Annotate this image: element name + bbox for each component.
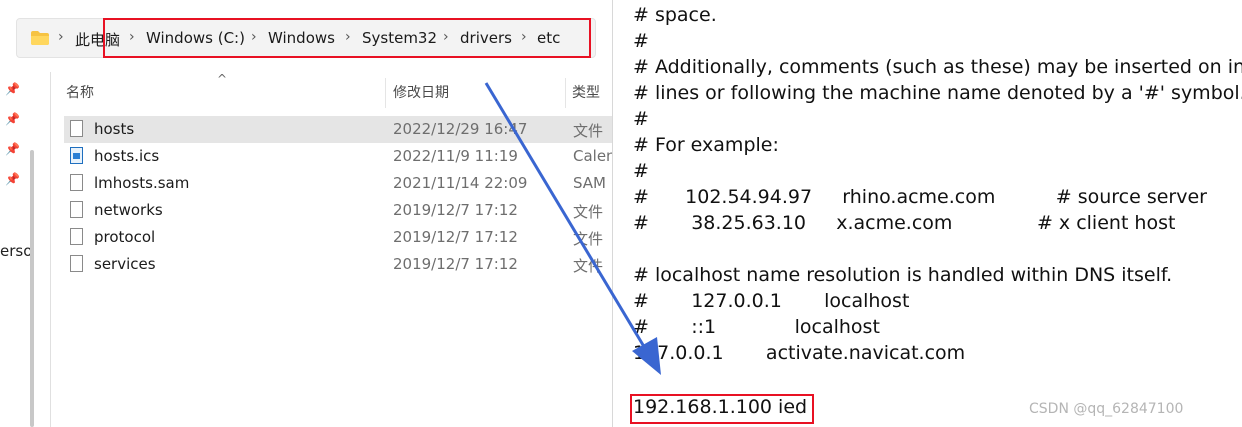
- chevron-right-icon: ›: [345, 29, 351, 45]
- file-name: hosts.ics: [94, 147, 160, 165]
- file-date: 2019/12/7 17:12: [393, 255, 518, 273]
- file-type: 文件: [573, 203, 604, 221]
- hosts-line: # localhost name resolution is handled w…: [633, 264, 1173, 286]
- column-divider[interactable]: [385, 78, 386, 108]
- file-name: hosts: [94, 120, 135, 138]
- pin-icon[interactable]: 📌: [5, 112, 20, 126]
- calendar-file-icon: [70, 147, 83, 164]
- file-name: services: [94, 255, 156, 273]
- hosts-line: # 127.0.0.1 localhost: [633, 290, 910, 312]
- column-header-date[interactable]: 修改日期: [393, 82, 449, 102]
- folder-icon: [31, 31, 49, 45]
- file-type: 文件: [573, 122, 604, 140]
- chevron-right-icon: ›: [129, 29, 135, 45]
- file-type: SAM: [573, 174, 607, 192]
- file-row-services[interactable]: services 2019/12/7 17:12 文件: [64, 251, 612, 278]
- pane-divider: [50, 72, 51, 427]
- file-row-protocol[interactable]: protocol 2019/12/7 17:12 文件: [64, 224, 612, 251]
- hosts-line: #: [633, 30, 649, 52]
- file-date: 2022/11/9 11:19: [393, 147, 518, 165]
- file-type: 文件: [573, 257, 604, 275]
- hosts-line: # 38.25.63.10 x.acme.com # x client host: [633, 212, 1176, 234]
- hosts-line: # lines or following the machine name de…: [633, 82, 1242, 104]
- pin-icon[interactable]: 📌: [5, 172, 20, 186]
- breadcrumb-this-pc[interactable]: 此电脑: [75, 29, 120, 50]
- column-header-row: 名称 修改日期 类型: [50, 78, 612, 108]
- breadcrumb-drive-c[interactable]: Windows (C:): [146, 29, 245, 47]
- file-row-hosts[interactable]: hosts 2022/12/29 16:47 文件: [64, 116, 612, 143]
- column-header-name[interactable]: 名称: [66, 82, 94, 102]
- chevron-right-icon: ›: [443, 29, 449, 45]
- breadcrumb-drivers[interactable]: drivers: [460, 29, 512, 47]
- file-type: Calen: [573, 147, 612, 165]
- chevron-right-icon: ›: [521, 29, 527, 45]
- file-date: 2019/12/7 17:12: [393, 201, 518, 219]
- file-date: 2019/12/7 17:12: [393, 228, 518, 246]
- file-icon: [70, 255, 83, 272]
- pin-icon[interactable]: 📌: [5, 82, 20, 96]
- file-explorer-window: › 此电脑 › Windows (C:) › Windows › System3…: [0, 0, 612, 427]
- column-divider[interactable]: [565, 78, 566, 108]
- file-date: 2021/11/14 22:09: [393, 174, 528, 192]
- hosts-line: # For example:: [633, 134, 779, 156]
- hosts-file-editor[interactable]: # space. # # Additionally, comments (suc…: [612, 0, 1242, 427]
- file-name: protocol: [94, 228, 156, 246]
- breadcrumb-etc[interactable]: etc: [537, 29, 560, 47]
- file-icon: [70, 120, 83, 137]
- file-name: networks: [94, 201, 163, 219]
- file-icon: [70, 228, 83, 245]
- file-type: 文件: [573, 230, 604, 248]
- breadcrumb-system32[interactable]: System32: [362, 29, 437, 47]
- file-row-networks[interactable]: networks 2019/12/7 17:12 文件: [64, 197, 612, 224]
- file-date: 2022/12/29 16:47: [393, 120, 528, 138]
- file-icon: [70, 201, 83, 218]
- chevron-right-icon: ›: [58, 29, 64, 45]
- file-icon: [70, 174, 83, 191]
- pin-icon[interactable]: 📌: [5, 142, 20, 156]
- hosts-line: # 102.54.94.97 rhino.acme.com # source s…: [633, 186, 1207, 208]
- chevron-right-icon: ›: [251, 29, 257, 45]
- watermark: CSDN @qq_62847100: [1029, 401, 1184, 417]
- breadcrumb-windows[interactable]: Windows: [268, 29, 335, 47]
- file-name: lmhosts.sam: [94, 174, 190, 192]
- hosts-line: #: [633, 160, 649, 182]
- address-bar[interactable]: › 此电脑 › Windows (C:) › Windows › System3…: [16, 18, 596, 58]
- column-header-type[interactable]: 类型: [572, 82, 600, 102]
- hosts-line: # Additionally, comments (such as these)…: [633, 56, 1242, 78]
- file-row-hosts-ics[interactable]: hosts.ics 2022/11/9 11:19 Calen: [64, 143, 612, 170]
- nav-scrollbar[interactable]: [30, 150, 34, 427]
- hosts-line: #: [633, 108, 649, 130]
- nav-item-label[interactable]: erso: [0, 242, 32, 260]
- hosts-line: # space.: [633, 4, 717, 26]
- file-row-lmhosts[interactable]: lmhosts.sam 2021/11/14 22:09 SAM: [64, 170, 612, 197]
- hosts-line-added-entry: 192.168.1.100 ied: [633, 396, 808, 418]
- hosts-line: 127.0.0.1 activate.navicat.com: [633, 342, 966, 364]
- hosts-line: # ::1 localhost: [633, 316, 880, 338]
